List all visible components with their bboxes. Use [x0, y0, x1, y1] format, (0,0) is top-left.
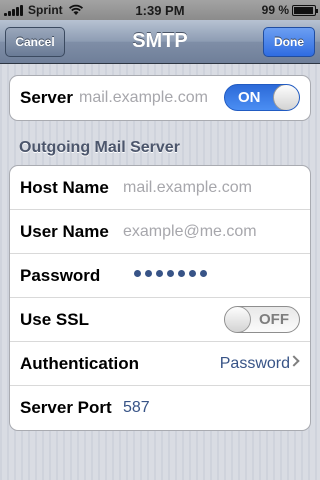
chevron-right-icon	[288, 355, 300, 367]
server-port-field[interactable]: 587	[123, 399, 150, 417]
battery-percent: 99 %	[261, 3, 289, 17]
navigation-bar: Cancel SMTP Done	[0, 20, 320, 64]
authentication-value: Password	[219, 354, 290, 372]
password-label: Password	[20, 265, 101, 285]
host-name-field[interactable]: mail.example.com	[123, 179, 252, 197]
host-name-row[interactable]: Host Name mail.example.com	[10, 166, 310, 210]
server-toggle[interactable]: ON	[224, 84, 300, 111]
user-name-field[interactable]: example@me.com	[123, 223, 257, 241]
toggle-knob	[225, 307, 251, 332]
status-bar: Sprint 1:39 PM 99 %	[0, 0, 320, 20]
server-port-row[interactable]: Server Port 587	[10, 386, 310, 430]
status-right: 99 %	[261, 3, 318, 17]
user-name-row[interactable]: User Name example@me.com	[10, 210, 310, 254]
user-name-label: User Name	[20, 221, 109, 241]
server-port-label: Server Port	[20, 398, 112, 417]
section-header-outgoing: Outgoing Mail Server	[19, 139, 180, 156]
server-toggle-label: ON	[238, 89, 261, 106]
use-ssl-label: Use SSL	[20, 309, 89, 329]
authentication-row[interactable]: Authentication Password	[10, 342, 310, 386]
password-field[interactable]	[134, 270, 211, 277]
server-label: Server	[20, 88, 73, 107]
server-row: Server mail.example.com ON	[10, 76, 310, 120]
battery-icon	[292, 4, 318, 16]
use-ssl-row: Use SSL OFF	[10, 298, 310, 342]
password-row[interactable]: Password	[10, 254, 310, 298]
done-button[interactable]: Done	[263, 27, 315, 57]
use-ssl-toggle-label: OFF	[259, 311, 289, 328]
use-ssl-toggle[interactable]: OFF	[224, 306, 300, 333]
authentication-label: Authentication	[20, 353, 139, 373]
cancel-button[interactable]: Cancel	[5, 27, 65, 57]
outgoing-server-group: Host Name mail.example.com User Name exa…	[9, 165, 311, 431]
server-value: mail.example.com	[79, 89, 208, 106]
host-name-label: Host Name	[20, 177, 109, 197]
toggle-knob	[273, 85, 299, 110]
server-group: Server mail.example.com ON	[9, 75, 311, 121]
page-title: SMTP	[132, 30, 188, 52]
